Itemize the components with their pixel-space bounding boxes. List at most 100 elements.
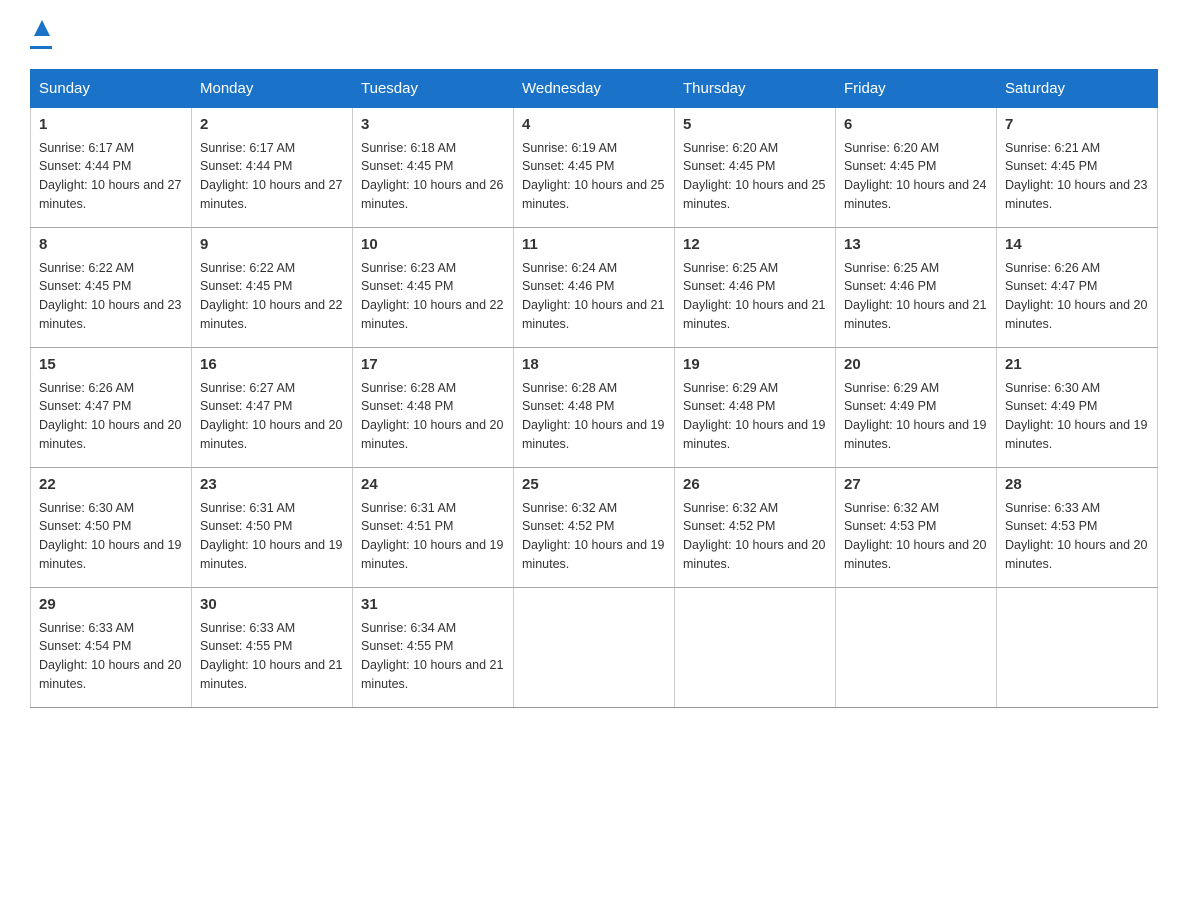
day-number: 9 — [200, 234, 344, 257]
day-info: Sunrise: 6:23 AMSunset: 4:45 PMDaylight:… — [361, 259, 505, 334]
day-info: Sunrise: 6:17 AMSunset: 4:44 PMDaylight:… — [200, 139, 344, 214]
day-number: 24 — [361, 474, 505, 497]
day-info: Sunrise: 6:32 AMSunset: 4:52 PMDaylight:… — [522, 499, 666, 574]
day-number: 28 — [1005, 474, 1149, 497]
calendar-cell: 7Sunrise: 6:21 AMSunset: 4:45 PMDaylight… — [997, 108, 1158, 228]
calendar-cell: 27Sunrise: 6:32 AMSunset: 4:53 PMDayligh… — [836, 468, 997, 588]
calendar-header-row: SundayMondayTuesdayWednesdayThursdayFrid… — [31, 70, 1158, 108]
calendar-cell: 19Sunrise: 6:29 AMSunset: 4:48 PMDayligh… — [675, 348, 836, 468]
day-number: 12 — [683, 234, 827, 257]
calendar-cell: 21Sunrise: 6:30 AMSunset: 4:49 PMDayligh… — [997, 348, 1158, 468]
calendar-week-row: 8Sunrise: 6:22 AMSunset: 4:45 PMDaylight… — [31, 228, 1158, 348]
day-number: 19 — [683, 354, 827, 377]
calendar-cell: 23Sunrise: 6:31 AMSunset: 4:50 PMDayligh… — [192, 468, 353, 588]
day-number: 7 — [1005, 114, 1149, 137]
day-info: Sunrise: 6:19 AMSunset: 4:45 PMDaylight:… — [522, 139, 666, 214]
day-info: Sunrise: 6:17 AMSunset: 4:44 PMDaylight:… — [39, 139, 183, 214]
calendar-cell: 28Sunrise: 6:33 AMSunset: 4:53 PMDayligh… — [997, 468, 1158, 588]
day-info: Sunrise: 6:20 AMSunset: 4:45 PMDaylight:… — [844, 139, 988, 214]
day-number: 5 — [683, 114, 827, 137]
day-number: 29 — [39, 594, 183, 617]
col-header-saturday: Saturday — [997, 70, 1158, 108]
calendar-cell: 31Sunrise: 6:34 AMSunset: 4:55 PMDayligh… — [353, 588, 514, 708]
calendar-cell: 8Sunrise: 6:22 AMSunset: 4:45 PMDaylight… — [31, 228, 192, 348]
day-info: Sunrise: 6:24 AMSunset: 4:46 PMDaylight:… — [522, 259, 666, 334]
calendar-cell — [836, 588, 997, 708]
day-number: 4 — [522, 114, 666, 137]
day-number: 20 — [844, 354, 988, 377]
day-info: Sunrise: 6:29 AMSunset: 4:48 PMDaylight:… — [683, 379, 827, 454]
day-info: Sunrise: 6:32 AMSunset: 4:52 PMDaylight:… — [683, 499, 827, 574]
day-info: Sunrise: 6:25 AMSunset: 4:46 PMDaylight:… — [683, 259, 827, 334]
calendar-cell: 22Sunrise: 6:30 AMSunset: 4:50 PMDayligh… — [31, 468, 192, 588]
day-info: Sunrise: 6:32 AMSunset: 4:53 PMDaylight:… — [844, 499, 988, 574]
day-number: 21 — [1005, 354, 1149, 377]
day-info: Sunrise: 6:25 AMSunset: 4:46 PMDaylight:… — [844, 259, 988, 334]
day-number: 13 — [844, 234, 988, 257]
col-header-tuesday: Tuesday — [353, 70, 514, 108]
calendar-cell: 12Sunrise: 6:25 AMSunset: 4:46 PMDayligh… — [675, 228, 836, 348]
day-number: 27 — [844, 474, 988, 497]
col-header-friday: Friday — [836, 70, 997, 108]
day-number: 1 — [39, 114, 183, 137]
calendar-cell: 15Sunrise: 6:26 AMSunset: 4:47 PMDayligh… — [31, 348, 192, 468]
calendar-table: SundayMondayTuesdayWednesdayThursdayFrid… — [30, 69, 1158, 708]
day-number: 17 — [361, 354, 505, 377]
day-info: Sunrise: 6:30 AMSunset: 4:49 PMDaylight:… — [1005, 379, 1149, 454]
calendar-cell: 9Sunrise: 6:22 AMSunset: 4:45 PMDaylight… — [192, 228, 353, 348]
calendar-cell: 14Sunrise: 6:26 AMSunset: 4:47 PMDayligh… — [997, 228, 1158, 348]
calendar-cell: 10Sunrise: 6:23 AMSunset: 4:45 PMDayligh… — [353, 228, 514, 348]
logo — [30, 20, 52, 49]
col-header-thursday: Thursday — [675, 70, 836, 108]
day-number: 11 — [522, 234, 666, 257]
day-number: 14 — [1005, 234, 1149, 257]
calendar-cell: 30Sunrise: 6:33 AMSunset: 4:55 PMDayligh… — [192, 588, 353, 708]
day-info: Sunrise: 6:28 AMSunset: 4:48 PMDaylight:… — [361, 379, 505, 454]
page-header — [30, 20, 1158, 49]
day-info: Sunrise: 6:26 AMSunset: 4:47 PMDaylight:… — [39, 379, 183, 454]
calendar-cell — [514, 588, 675, 708]
day-info: Sunrise: 6:26 AMSunset: 4:47 PMDaylight:… — [1005, 259, 1149, 334]
day-info: Sunrise: 6:33 AMSunset: 4:55 PMDaylight:… — [200, 619, 344, 694]
day-number: 23 — [200, 474, 344, 497]
day-info: Sunrise: 6:22 AMSunset: 4:45 PMDaylight:… — [39, 259, 183, 334]
day-info: Sunrise: 6:31 AMSunset: 4:50 PMDaylight:… — [200, 499, 344, 574]
day-info: Sunrise: 6:20 AMSunset: 4:45 PMDaylight:… — [683, 139, 827, 214]
calendar-cell: 17Sunrise: 6:28 AMSunset: 4:48 PMDayligh… — [353, 348, 514, 468]
day-number: 22 — [39, 474, 183, 497]
calendar-cell: 2Sunrise: 6:17 AMSunset: 4:44 PMDaylight… — [192, 108, 353, 228]
calendar-cell: 11Sunrise: 6:24 AMSunset: 4:46 PMDayligh… — [514, 228, 675, 348]
calendar-cell: 24Sunrise: 6:31 AMSunset: 4:51 PMDayligh… — [353, 468, 514, 588]
day-number: 15 — [39, 354, 183, 377]
calendar-cell: 29Sunrise: 6:33 AMSunset: 4:54 PMDayligh… — [31, 588, 192, 708]
day-number: 18 — [522, 354, 666, 377]
day-info: Sunrise: 6:22 AMSunset: 4:45 PMDaylight:… — [200, 259, 344, 334]
calendar-cell: 16Sunrise: 6:27 AMSunset: 4:47 PMDayligh… — [192, 348, 353, 468]
day-number: 8 — [39, 234, 183, 257]
calendar-week-row: 29Sunrise: 6:33 AMSunset: 4:54 PMDayligh… — [31, 588, 1158, 708]
day-number: 16 — [200, 354, 344, 377]
day-number: 2 — [200, 114, 344, 137]
calendar-cell: 18Sunrise: 6:28 AMSunset: 4:48 PMDayligh… — [514, 348, 675, 468]
calendar-week-row: 1Sunrise: 6:17 AMSunset: 4:44 PMDaylight… — [31, 108, 1158, 228]
day-info: Sunrise: 6:34 AMSunset: 4:55 PMDaylight:… — [361, 619, 505, 694]
day-number: 30 — [200, 594, 344, 617]
calendar-cell: 1Sunrise: 6:17 AMSunset: 4:44 PMDaylight… — [31, 108, 192, 228]
day-number: 10 — [361, 234, 505, 257]
day-info: Sunrise: 6:27 AMSunset: 4:47 PMDaylight:… — [200, 379, 344, 454]
calendar-cell: 20Sunrise: 6:29 AMSunset: 4:49 PMDayligh… — [836, 348, 997, 468]
day-info: Sunrise: 6:29 AMSunset: 4:49 PMDaylight:… — [844, 379, 988, 454]
calendar-cell — [675, 588, 836, 708]
day-info: Sunrise: 6:31 AMSunset: 4:51 PMDaylight:… — [361, 499, 505, 574]
calendar-cell — [997, 588, 1158, 708]
calendar-cell: 13Sunrise: 6:25 AMSunset: 4:46 PMDayligh… — [836, 228, 997, 348]
day-number: 6 — [844, 114, 988, 137]
col-header-wednesday: Wednesday — [514, 70, 675, 108]
day-info: Sunrise: 6:28 AMSunset: 4:48 PMDaylight:… — [522, 379, 666, 454]
calendar-cell: 3Sunrise: 6:18 AMSunset: 4:45 PMDaylight… — [353, 108, 514, 228]
calendar-cell: 4Sunrise: 6:19 AMSunset: 4:45 PMDaylight… — [514, 108, 675, 228]
calendar-cell: 6Sunrise: 6:20 AMSunset: 4:45 PMDaylight… — [836, 108, 997, 228]
calendar-cell: 5Sunrise: 6:20 AMSunset: 4:45 PMDaylight… — [675, 108, 836, 228]
col-header-monday: Monday — [192, 70, 353, 108]
col-header-sunday: Sunday — [31, 70, 192, 108]
